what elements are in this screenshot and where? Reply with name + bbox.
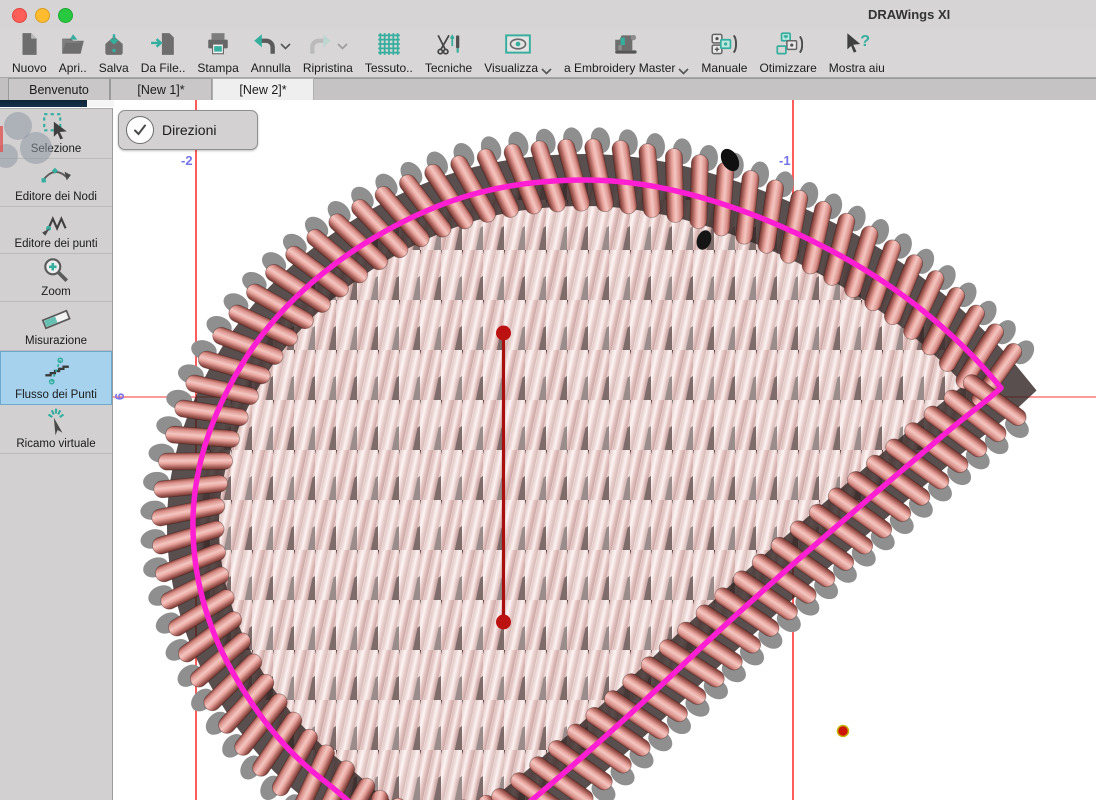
toolbar-da-file-button[interactable]: Da File..	[141, 32, 186, 75]
toolbar-label: Tecniche	[425, 61, 472, 75]
toolbar-apri-button[interactable]: Apri..	[59, 32, 87, 75]
close-window-button[interactable]	[12, 8, 27, 23]
toolbar-label: Otimizzare	[759, 61, 816, 75]
zoom-magnifier-icon	[41, 254, 71, 286]
from-file-icon	[150, 31, 176, 62]
traffic-lights	[12, 8, 73, 23]
toolbar-annulla-button[interactable]: Annulla	[251, 32, 291, 75]
document-tabbar: Benvenuto[New 1]*[New 2]*	[0, 78, 1096, 100]
ruler-label-x2: -1	[779, 153, 791, 168]
sidebar-item-ricamo-virtuale[interactable]: Ricamo virtuale	[0, 405, 112, 454]
tools-sidebar: SelezioneEditore dei NodiEditore dei pun…	[0, 108, 113, 800]
tabbar-filler	[314, 78, 1096, 100]
zoom-window-button[interactable]	[58, 8, 73, 23]
toolbar-label: Salva	[99, 61, 129, 75]
sewing-machine-icon	[612, 31, 642, 62]
toolbar-manuale-button[interactable]: Manuale	[701, 32, 747, 75]
stitch-point-marker[interactable]	[838, 726, 849, 737]
direction-line-start-handle[interactable]	[496, 326, 511, 341]
tab-new-1[interactable]: [New 1]*	[110, 78, 212, 100]
techniques-tools-icon	[436, 31, 462, 62]
sidebar-item-label: Editore dei punti	[14, 238, 97, 250]
design-canvas-area: -2 -1 6 SelezioneEditore dei NodiEditore…	[0, 100, 1096, 800]
sidebar-item-editore-dei-punti[interactable]: Editore dei punti	[0, 207, 112, 254]
main-toolbar: Nuovo Apri.. Salva Da File.. Stampa Annulla Ri…	[0, 28, 1096, 78]
canvas-edge-artifact-light	[87, 100, 114, 107]
chevron-down-icon[interactable]	[541, 68, 552, 75]
undo-arrow-icon	[251, 31, 277, 62]
sidebar-item-zoom[interactable]: Zoom	[0, 254, 112, 302]
toolbar-label: Stampa	[197, 61, 238, 75]
ghost-stitch-blob	[20, 132, 52, 164]
sidebar-item-misurazione[interactable]: Misurazione	[0, 302, 112, 351]
open-folder-icon	[60, 31, 86, 62]
ruler-label-x1: -2	[181, 153, 193, 168]
toolbar-label: Manuale	[701, 61, 747, 75]
virtual-embroidery-icon	[41, 405, 71, 438]
minimize-window-button[interactable]	[35, 8, 50, 23]
ghost-red-artifact	[0, 126, 3, 152]
printer-icon	[205, 31, 231, 62]
manual-sequence-icon	[709, 31, 739, 62]
chevron-down-icon[interactable]	[337, 43, 348, 50]
optimize-sequence-icon	[773, 31, 803, 62]
toolbar-label: a Embroidery Master	[564, 61, 675, 75]
chevron-down-icon[interactable]	[678, 68, 689, 75]
toolbar-label: Apri..	[59, 61, 87, 75]
sidebar-item-label: Zoom	[41, 286, 70, 298]
measure-ruler-icon	[39, 302, 73, 335]
toolbar-label: Nuovo	[12, 61, 47, 75]
canvas-edge-artifact	[0, 100, 87, 107]
toolbar-label: Ripristina	[303, 61, 353, 75]
stitch-flow-icon	[40, 352, 72, 389]
sidebar-item-label: Misurazione	[25, 335, 87, 347]
embroidery-object[interactable]	[138, 125, 1039, 800]
sidebar-item-editore-dei-nodi[interactable]: Editore dei Nodi	[0, 159, 112, 207]
toolbar-visualizza-button[interactable]: Visualizza	[484, 32, 552, 75]
toolbar-nuovo-button[interactable]: Nuovo	[12, 32, 47, 75]
tab-benvenuto[interactable]: Benvenuto	[8, 78, 110, 100]
direzioni-label: Direzioni	[162, 122, 216, 138]
fabric-grid-icon	[376, 31, 402, 62]
sidebar-item-label: Editore dei Nodi	[15, 191, 97, 203]
window-title: DRAWings XI	[868, 7, 950, 22]
chevron-down-icon[interactable]	[280, 43, 291, 50]
toolbar-salva-button[interactable]: Salva	[99, 32, 129, 75]
new-document-icon	[16, 31, 42, 62]
toolbar-otimizzare-button[interactable]: Otimizzare	[759, 32, 816, 75]
node-editor-icon	[40, 159, 72, 191]
redo-arrow-icon	[308, 31, 334, 62]
toolbar-stampa-button[interactable]: Stampa	[197, 32, 238, 75]
sidebar-item-flusso-dei-punti[interactable]: Flusso dei Punti	[0, 351, 112, 405]
embroidery-canvas[interactable]	[0, 100, 1096, 800]
toolbar-label: Visualizza	[484, 61, 538, 75]
ruler-label-y1: 6	[112, 393, 127, 400]
toolbar-embroidery-master-button[interactable]: a Embroidery Master	[564, 32, 689, 75]
direction-line-end-handle[interactable]	[496, 615, 511, 630]
toolbar-mostra-aiuto-button[interactable]: ? Mostra aiu	[829, 32, 885, 75]
help-cursor-icon: ?	[842, 31, 872, 62]
point-editor-icon	[40, 207, 72, 238]
svg-text:?: ?	[860, 32, 870, 50]
sidebar-item-label: Flusso dei Punti	[15, 389, 97, 401]
checkmark-icon	[126, 116, 154, 144]
toolbar-label: Da File..	[141, 61, 186, 75]
toolbar-tecniche-button[interactable]: Tecniche	[425, 32, 472, 75]
tab-new-2[interactable]: [New 2]*	[212, 78, 314, 100]
toolbar-label: Tessuto..	[365, 61, 413, 75]
toolbar-label: Mostra aiu	[829, 61, 885, 75]
toolbar-ripristina-button[interactable]: Ripristina	[303, 32, 353, 75]
window-titlebar: DRAWings XI	[0, 0, 1096, 28]
sidebar-item-label: Ricamo virtuale	[16, 438, 95, 450]
toolbar-label: Annulla	[251, 61, 291, 75]
toolbar-tessuto-button[interactable]: Tessuto..	[365, 32, 413, 75]
direzioni-button[interactable]: Direzioni	[118, 110, 258, 150]
save-disk-icon	[101, 31, 127, 62]
view-eye-icon	[504, 31, 532, 62]
